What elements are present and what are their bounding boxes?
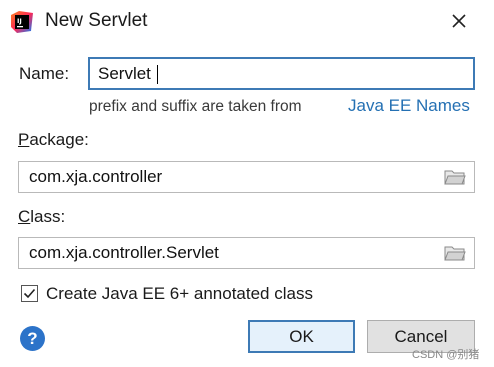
folder-icon[interactable] xyxy=(444,244,466,262)
class-label-mnemonic: C xyxy=(18,207,31,226)
name-label: Name: xyxy=(19,64,70,83)
package-field[interactable]: com.xja.controller xyxy=(18,161,475,193)
package-label-rest: ackage: xyxy=(29,130,89,149)
checkmark-icon xyxy=(23,288,36,299)
class-field[interactable]: com.xja.controller.Servlet xyxy=(18,237,475,269)
class-field-value: com.xja.controller.Servlet xyxy=(29,243,219,262)
package-label-mnemonic: P xyxy=(18,130,30,149)
help-button[interactable]: ? xyxy=(20,326,45,351)
java-ee-names-link[interactable]: Java EE Names xyxy=(348,96,470,116)
watermark: CSDN @别猪 xyxy=(412,349,480,361)
name-field[interactable]: Servlet xyxy=(88,57,475,90)
intellij-idea-icon: IJ xyxy=(11,11,33,33)
folder-icon[interactable] xyxy=(444,168,466,186)
text-caret xyxy=(157,65,158,84)
name-hint-text: prefix and suffix are taken from xyxy=(89,98,302,115)
name-field-value: Servlet xyxy=(98,64,151,83)
title-bar: IJ New Servlet xyxy=(0,0,494,44)
annotated-class-label[interactable]: Create Java EE 6+ annotated class xyxy=(46,284,313,304)
annotated-class-checkbox[interactable] xyxy=(21,285,38,302)
ok-button[interactable]: OK xyxy=(248,320,355,353)
close-icon[interactable] xyxy=(446,8,472,34)
package-field-value: com.xja.controller xyxy=(29,167,163,186)
class-label-rest: lass: xyxy=(30,207,66,226)
dialog-title: New Servlet xyxy=(45,10,148,31)
svg-text:IJ: IJ xyxy=(17,17,22,25)
package-label: Package: xyxy=(18,130,89,150)
class-label: Class: xyxy=(18,207,65,227)
